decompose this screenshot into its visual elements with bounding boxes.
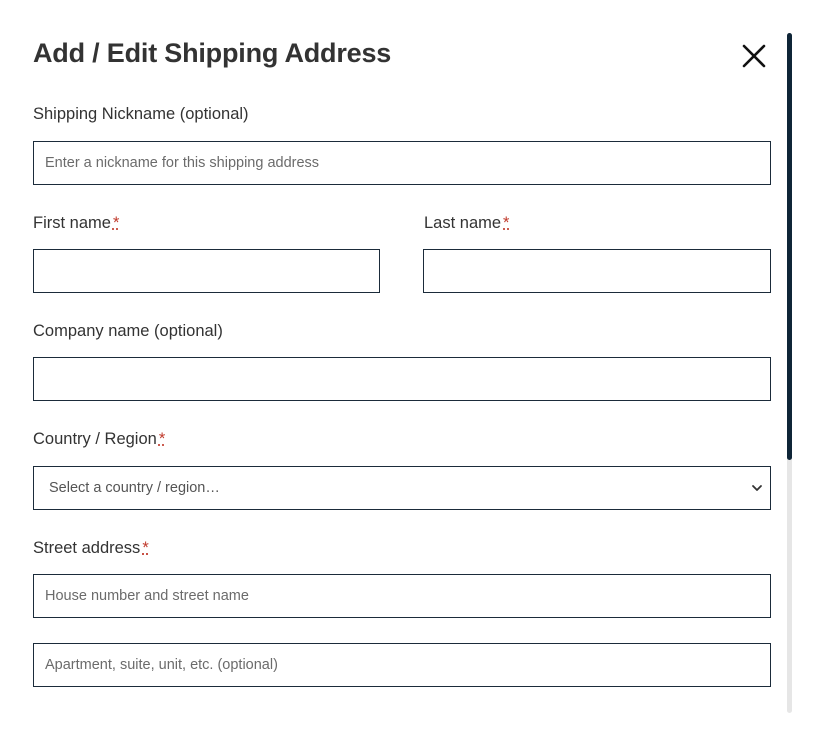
country-select-value: Select a country / region… [49,480,220,496]
scrollbar-thumb[interactable] [787,33,792,460]
shipping-address-dialog: Add / Edit Shipping Address Shipping Nic… [0,0,825,744]
street-address-line1-input[interactable] [33,574,771,618]
street-address-label: Street address * [33,539,149,558]
nickname-input[interactable] [33,141,771,185]
company-label-text: Company name (optional) [33,322,223,340]
nickname-label-text: Shipping Nickname (optional) [33,105,249,123]
last-name-label: Last name * [424,214,509,233]
country-select[interactable]: Select a country / region… [33,466,771,510]
required-indicator: * [158,430,166,448]
close-button[interactable] [738,40,770,72]
required-indicator: * [503,214,510,232]
close-icon [742,44,766,68]
dialog-title: Add / Edit Shipping Address [33,38,392,68]
company-label: Company name (optional) [33,322,223,341]
company-input[interactable] [33,357,771,401]
required-indicator: * [112,214,120,232]
country-label-text: Country / Region [33,430,157,448]
first-name-label-text: First name [33,214,111,232]
nickname-label: Shipping Nickname (optional) [33,105,249,124]
first-name-input[interactable] [33,249,380,293]
country-label: Country / Region * [33,430,165,449]
required-indicator: * [142,539,149,557]
last-name-label-text: Last name [424,214,502,232]
street-address-label-text: Street address [33,539,141,557]
last-name-input[interactable] [423,249,771,293]
chevron-down-icon [752,485,762,491]
street-address-line2-input[interactable] [33,643,771,687]
first-name-label: First name * [33,214,119,233]
